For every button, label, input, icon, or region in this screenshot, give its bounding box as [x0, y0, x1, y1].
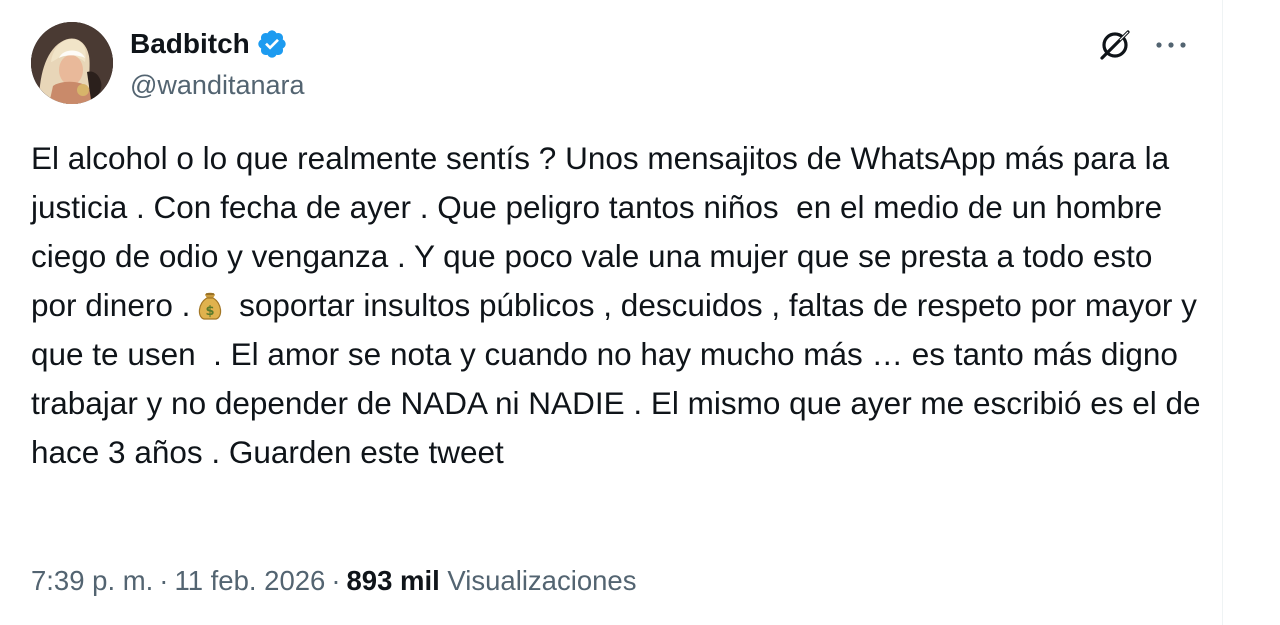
handle[interactable]: @wanditanara	[130, 66, 305, 104]
views-label: Visualizaciones	[447, 565, 637, 596]
tweet-time[interactable]: 7:39 p. m.	[31, 565, 153, 596]
meta-separator: ·	[159, 565, 169, 596]
avatar[interactable]	[31, 22, 113, 104]
tweet-text: El alcohol o lo que realmente sentís ? U…	[31, 134, 1206, 477]
author-names: Badbitch @wanditanara	[130, 24, 305, 104]
verified-badge-icon[interactable]	[256, 28, 288, 60]
tweet-card: Badbitch @wanditanara El alcohol o lo qu…	[0, 0, 1222, 625]
column-divider	[1222, 0, 1223, 625]
views-count[interactable]: 893 mil	[347, 565, 440, 596]
tweet-header: Badbitch @wanditanara	[31, 22, 1201, 106]
svg-text:$: $	[206, 304, 215, 319]
meta-separator: ·	[331, 565, 341, 596]
tweet-date[interactable]: 11 feb. 2026	[174, 565, 325, 596]
money-bag-emoji: $	[192, 286, 228, 322]
more-options-icon[interactable]	[1150, 24, 1192, 66]
display-name[interactable]: Badbitch	[130, 24, 250, 64]
tweet-meta: 7:39 p. m. · 11 feb. 2026 · 893 mil Visualiz…	[31, 558, 636, 604]
display-name-row: Badbitch	[130, 24, 305, 64]
profile-photo	[31, 22, 113, 104]
grok-icon[interactable]	[1094, 24, 1136, 66]
